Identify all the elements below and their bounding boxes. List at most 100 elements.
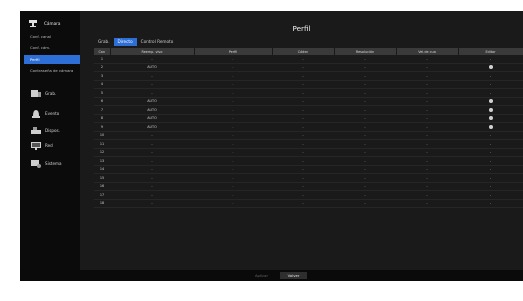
cell-profile[interactable]: -: [194, 131, 272, 140]
cell-profile[interactable]: -: [194, 190, 272, 200]
cell-live-replace[interactable]: -: [110, 148, 194, 157]
cell-live-replace[interactable]: -: [110, 173, 194, 183]
cell-channel: 16: [94, 182, 110, 191]
table-row[interactable]: 16- - - - - -: [94, 182, 523, 191]
cell-profile[interactable]: -: [194, 148, 272, 157]
cell-profile[interactable]: -: [194, 105, 272, 115]
gear-icon[interactable]: [488, 99, 493, 104]
cell-profile[interactable]: -: [194, 80, 272, 89]
cell-profile[interactable]: -: [194, 182, 272, 191]
sidebar-item-perfil[interactable]: Perfil: [24, 55, 80, 64]
cell-framerate: -: [396, 71, 458, 81]
cell-live-replace[interactable]: -: [110, 199, 194, 208]
cell-profile[interactable]: -: [194, 88, 272, 98]
cell-edit[interactable]: [458, 114, 523, 123]
cell-edit[interactable]: [458, 63, 523, 72]
cell-profile[interactable]: -: [194, 139, 272, 149]
table-row[interactable]: 8 AUTO - - - -: [94, 114, 523, 123]
sidebar-menu-system[interactable]: Sistema: [22, 156, 80, 170]
gear-icon[interactable]: [488, 107, 493, 112]
table-row[interactable]: 17- - - - - -: [94, 190, 523, 200]
sidebar-item-camera-password[interactable]: Contraseña de cámara: [24, 66, 80, 75]
cell-live-replace[interactable]: -: [110, 131, 194, 140]
cell-channel: 1: [94, 55, 110, 64]
table-row[interactable]: 11- - - - - -: [94, 139, 523, 149]
sidebar-item-conf-canal[interactable]: Conf. canal: [24, 32, 80, 41]
cell-framerate: -: [396, 139, 458, 149]
cell-profile[interactable]: -: [194, 156, 272, 166]
cell-edit: -: [458, 55, 523, 64]
cell-live-replace[interactable]: -: [110, 88, 194, 98]
table-row[interactable]: 2 AUTO - - - -: [94, 63, 523, 72]
tab-remote-control[interactable]: Control Remoto: [137, 38, 178, 46]
cell-resolution: -: [334, 88, 396, 98]
table-row[interactable]: 6 AUTO - - - -: [94, 97, 523, 106]
gear-icon[interactable]: [488, 116, 493, 121]
sidebar-item-conf-cam[interactable]: Conf. cám.: [24, 43, 80, 52]
table-row[interactable]: 3------: [94, 71, 523, 81]
cell-framerate: -: [396, 122, 458, 132]
cell-resolution: -: [334, 80, 396, 89]
table-row[interactable]: 4------: [94, 80, 523, 89]
cell-edit[interactable]: [458, 105, 523, 115]
table-row[interactable]: 12- - - - - -: [94, 148, 523, 157]
cell-live-replace[interactable]: -: [110, 156, 194, 166]
gear-icon[interactable]: [488, 124, 493, 129]
cell-live-replace[interactable]: AUTO: [110, 97, 194, 106]
table-row[interactable]: 9 AUTO - - - -: [94, 122, 523, 132]
page-title: Perfil: [292, 24, 311, 33]
cell-profile[interactable]: -: [194, 63, 272, 72]
cell-live-replace[interactable]: AUTO: [110, 63, 194, 72]
cell-live-replace[interactable]: -: [110, 80, 194, 89]
device-icon: [31, 126, 41, 134]
table-row[interactable]: 14- - - - - -: [94, 165, 523, 174]
cell-profile[interactable]: -: [194, 199, 272, 208]
tab-live[interactable]: Directo: [113, 38, 137, 46]
cell-profile[interactable]: -: [194, 55, 272, 64]
apply-button[interactable]: Aplicar: [248, 272, 275, 279]
cell-channel: 11: [94, 139, 110, 149]
table-row[interactable]: 5------: [94, 88, 523, 98]
sidebar-menu-label: Dispos.: [45, 127, 60, 133]
sidebar-menu-network[interactable]: Red: [22, 138, 80, 152]
cell-live-replace[interactable]: -: [110, 165, 194, 174]
table-row[interactable]: 13- - - - - -: [94, 156, 523, 166]
cell-profile[interactable]: -: [194, 97, 272, 106]
cell-live-replace[interactable]: AUTO: [110, 105, 194, 115]
cell-resolution: -: [334, 97, 396, 106]
cell-codec: -: [272, 156, 334, 166]
cell-live-replace[interactable]: -: [110, 182, 194, 191]
footer-bar: Aplicar Volver: [20, 270, 523, 281]
cell-live-replace[interactable]: -: [110, 55, 194, 64]
back-button[interactable]: Volver: [280, 272, 307, 279]
cell-profile[interactable]: -: [194, 173, 272, 183]
cell-profile[interactable]: -: [194, 114, 272, 123]
table-row[interactable]: 7 AUTO - - - -: [94, 105, 523, 115]
sidebar-header-camera[interactable]: Cámara: [22, 17, 80, 29]
cell-profile[interactable]: -: [194, 165, 272, 174]
sidebar-menu-device[interactable]: Dispos.: [22, 123, 80, 137]
sidebar: Cámara Conf. canal Conf. cám. Perfil Con…: [20, 11, 80, 270]
gear-icon[interactable]: [488, 65, 493, 70]
cell-live-replace[interactable]: AUTO: [110, 122, 194, 132]
profile-table: Can Reemp. vivo Perfil Códec Resolución …: [94, 48, 523, 208]
col-header-resolution: Resolución: [334, 48, 397, 55]
table-row[interactable]: 18- - - - - -: [94, 199, 523, 208]
cell-channel: 10: [94, 131, 110, 140]
cell-live-replace[interactable]: AUTO: [110, 114, 194, 123]
table-row[interactable]: 10- - - - - -: [94, 131, 523, 140]
sidebar-menu-record[interactable]: Grab.: [22, 86, 80, 100]
sidebar-menu-event[interactable]: Evento: [22, 106, 80, 120]
cell-live-replace[interactable]: -: [110, 190, 194, 200]
table-row[interactable]: 1------: [94, 55, 523, 64]
tab-record[interactable]: Grab.: [94, 38, 114, 46]
table-header-row: Can Reemp. vivo Perfil Códec Resolución …: [94, 48, 523, 55]
cell-profile[interactable]: -: [194, 71, 272, 81]
cell-framerate: -: [396, 80, 458, 89]
cell-profile[interactable]: -: [194, 122, 272, 132]
cell-edit[interactable]: [458, 97, 523, 106]
cell-edit[interactable]: [458, 122, 523, 132]
cell-live-replace[interactable]: -: [110, 139, 194, 149]
cell-live-replace[interactable]: -: [110, 71, 194, 81]
table-row[interactable]: 15- - - - - -: [94, 173, 523, 183]
